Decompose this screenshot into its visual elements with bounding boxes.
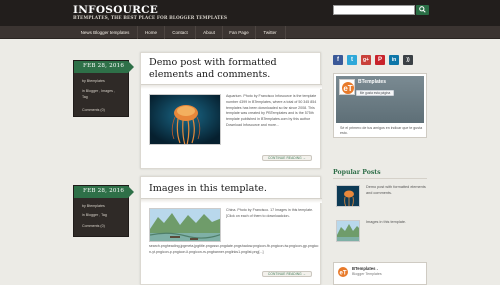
nav-divider: [137, 26, 138, 39]
post-divider: [141, 84, 322, 89]
facebook-like-caption: Sé el primero de tus amigos en indicar q…: [340, 126, 423, 136]
search-input[interactable]: [333, 5, 415, 15]
date-badge: FEB 28, 2016: [74, 61, 134, 73]
facebook-page-widget: eT BTemplates Me gusta esta página Sé el…: [333, 73, 427, 138]
popular-post-link[interactable]: Demo post with formatted elements and co…: [366, 185, 426, 196]
nav-divider: [222, 26, 223, 39]
svg-text:eT: eT: [339, 271, 346, 277]
continue-reading-button[interactable]: CONTINUE READING →: [262, 155, 312, 161]
post-comments-link[interactable]: Comments (0): [82, 108, 105, 112]
popular-post-thumbnail[interactable]: [336, 220, 360, 242]
popular-posts-divider: [333, 178, 427, 179]
facebook-cover-image[interactable]: eT BTemplates Me gusta esta página: [336, 76, 424, 123]
post-meta-box: FEB 28, 2016 by Btemplates in Blogger , …: [73, 60, 134, 117]
linkedin-icon[interactable]: in: [389, 55, 399, 65]
nav-item-news-blogger-templates[interactable]: News Blogger templates: [76, 26, 134, 39]
nav-item-fan-page[interactable]: Fan Page: [224, 26, 254, 39]
facebook-page-name[interactable]: BTemplates: [358, 79, 386, 85]
rss-icon[interactable]: )): [403, 55, 413, 65]
site-description: BTEMPLATES, THE BEST PLACE FOR BLOGGER T…: [73, 16, 228, 21]
post-card: Images in this template. China. Photo by…: [140, 176, 322, 285]
post-labels[interactable]: in Blogger , Tag: [82, 213, 107, 217]
post-divider: [141, 198, 322, 203]
post-date: FEB 28, 2016: [83, 188, 125, 194]
popular-posts-heading: Popular Posts: [333, 169, 381, 176]
search-button[interactable]: [416, 5, 429, 15]
post-image-jellyfish[interactable]: [149, 94, 221, 145]
nav-divider: [164, 26, 165, 39]
post-date: FEB 28, 2016: [83, 63, 125, 69]
post-image-china[interactable]: [149, 208, 221, 242]
svg-text:eT: eT: [343, 84, 352, 93]
btemplates-logo: eT: [338, 267, 348, 277]
nav-divider: [195, 26, 196, 39]
main-nav: News Blogger templates Home Contact Abou…: [0, 26, 500, 39]
date-badge: FEB 28, 2016: [74, 186, 134, 198]
nav-item-home[interactable]: Home: [139, 26, 163, 39]
post-excerpt: China. Photo by Francisco. 17 Images in …: [226, 208, 314, 218]
popular-post-link[interactable]: Images in this template.: [366, 220, 426, 226]
post-excerpt-continued: search.pngheading.jpgmeta.jpgtitle.pngcs…: [149, 244, 319, 254]
facebook-like-button[interactable]: Me gusta esta página: [356, 90, 394, 96]
nav-divider: [285, 26, 286, 39]
nav-item-twitter[interactable]: Twitter: [257, 26, 283, 39]
post-author[interactable]: by Btemplates: [82, 204, 105, 208]
btemplates-subtitle: Blogger Templates: [352, 272, 382, 276]
btemplates-widget: eT BTemplates . Blogger Templates: [333, 262, 427, 285]
pinterest-icon[interactable]: P: [375, 55, 385, 65]
post-title[interactable]: Demo post with formatted elements and co…: [149, 57, 319, 81]
nav-item-contact[interactable]: Contact: [166, 26, 194, 39]
post-author[interactable]: by Btemplates: [82, 79, 105, 83]
btemplates-name[interactable]: BTemplates .: [352, 266, 378, 271]
site-header: INFOSOURCE BTEMPLATES, THE BEST PLACE FO…: [0, 0, 500, 26]
post-comments-link[interactable]: Comments (0): [82, 224, 105, 228]
twitter-icon[interactable]: t: [347, 55, 357, 65]
search-icon: [419, 6, 426, 13]
facebook-icon[interactable]: f: [333, 55, 343, 65]
site-title[interactable]: INFOSOURCE: [73, 4, 158, 16]
nav-item-about[interactable]: About: [197, 26, 221, 39]
continue-reading-button[interactable]: CONTINUE READING →: [262, 271, 312, 277]
google-plus-icon[interactable]: g+: [361, 55, 371, 65]
post-card: Demo post with formatted elements and co…: [140, 52, 322, 169]
popular-post-thumbnail[interactable]: [336, 185, 360, 207]
nav-divider: [255, 26, 256, 39]
post-title[interactable]: Images in this template.: [149, 183, 319, 195]
btemplates-logo: eT: [339, 79, 355, 95]
post-excerpt: Aquarium. Photo by Francisco Infosource …: [226, 94, 317, 127]
post-labels[interactable]: in Blogger , Images , Tag: [82, 88, 126, 100]
post-meta-box: FEB 28, 2016 by Btemplates in Blogger , …: [73, 185, 134, 237]
